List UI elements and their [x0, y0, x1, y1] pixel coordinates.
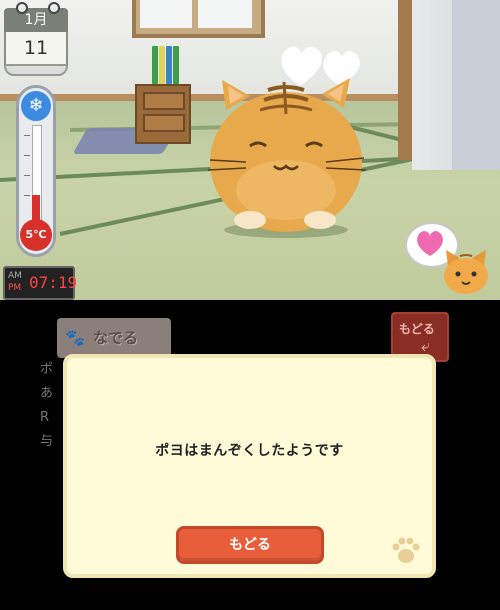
am-indicator: AM	[8, 271, 22, 281]
window	[132, 0, 265, 38]
door-frame	[398, 0, 412, 160]
pm-indicator: PM	[8, 283, 22, 293]
clock-time: 07:19	[29, 273, 78, 292]
bottom-screen: 🐾 なでる もどる ⤶ ポ あ R 与 ポヨはまんぞくしたようです もどる	[0, 310, 500, 610]
pet-cat	[207, 78, 367, 238]
book	[152, 46, 158, 84]
book	[173, 46, 179, 84]
book	[166, 46, 172, 84]
top-screen: 1月 11 ❄ 5℃ AM PM 07:19	[0, 0, 500, 300]
corner-back-label: もどる	[399, 322, 435, 336]
clock: AM PM 07:19	[3, 266, 78, 300]
background-text: ポ あ R 与	[40, 362, 54, 449]
temperature-label: 5℃	[20, 219, 52, 251]
paw-icon	[392, 537, 420, 563]
calendar-day: 11	[4, 32, 68, 66]
cat-face-icon	[444, 250, 488, 294]
pet-action-tab[interactable]: 🐾 なでる	[57, 318, 171, 358]
pet-action-label: なでる	[93, 329, 139, 347]
drawer-cabinet	[135, 84, 191, 144]
paw-icon: 🐾	[65, 328, 85, 347]
snowflake-icon: ❄	[21, 91, 51, 121]
return-arrow-icon: ⤶	[421, 336, 430, 355]
message-dialog: ポヨはまんぞくしたようです もどる	[63, 354, 436, 578]
dialog-message: ポヨはまんぞくしたようです	[155, 443, 344, 459]
thermometer: ❄ 5℃	[10, 85, 62, 263]
back-button[interactable]: もどる	[176, 526, 324, 564]
calendar: 1月 11	[4, 2, 68, 78]
book	[159, 46, 165, 84]
